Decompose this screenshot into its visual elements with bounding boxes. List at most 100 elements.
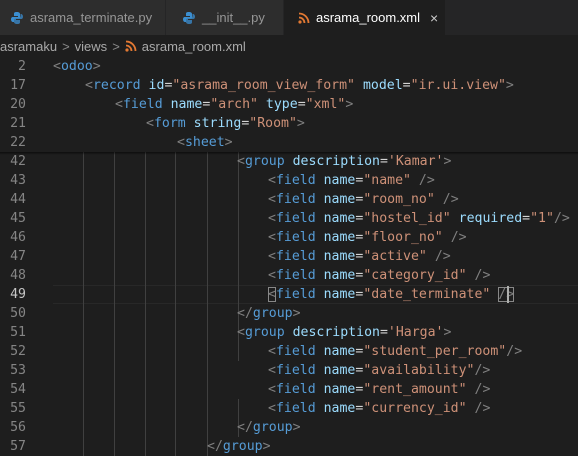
code-line[interactable]: 48 <field name="category_id" /> [0,266,578,285]
tag-name: group [244,325,285,340]
code-text: <field name="rent_amount" /> [268,380,490,399]
tag-bracket: /> [553,211,570,226]
attribute-name: name [323,173,356,188]
tag-name: field [275,363,316,378]
tab-asrama-room-xml[interactable]: asrama_room.xml × [284,0,446,35]
attribute-name: name [323,382,356,397]
code-line[interactable]: 57 </group> [0,437,578,456]
code-line[interactable]: 44 <field name="room_no" /> [0,190,578,209]
code-editor[interactable]: 2 <odoo> 17 <record id="asrama_room_view_fo… [0,57,578,456]
line-number: 51 [10,325,26,340]
attribute-value: "active" [363,249,427,264]
code-line[interactable]: 52 <field name="student_per_room"/> [0,342,578,361]
tag-bracket: < [177,135,185,150]
attribute-name: name [323,249,356,264]
code-line[interactable]: 50 </group> [0,304,578,323]
tag-bracket: > [92,59,101,74]
tag-bracket: < [268,344,276,359]
tag-bracket: /> [418,173,435,188]
attribute-name: required [458,211,523,226]
tag-bracket: > [224,135,233,150]
code-line[interactable]: 47 <field name="active" /> [0,247,578,266]
tag-name: record [92,78,141,93]
breadcrumb-item-asramaku[interactable]: asramaku [0,39,57,54]
code-line[interactable]: 45 <field name="hostel_id" required="1"/> [0,209,578,228]
line-number: 48 [10,268,26,283]
code-line[interactable]: 20 <field name="arch" type="xml"> [0,95,578,114]
tag-name: group [252,306,293,321]
code-line[interactable]: 43 <field name="name" /> [0,171,578,190]
tag-bracket: /> [442,192,459,207]
breadcrumb-item-file[interactable]: asrama_room.xml [142,39,246,54]
tag-name: form [153,116,186,131]
breadcrumb-item-views[interactable]: views [75,39,108,54]
tab-label: asrama_terminate.py [30,10,153,25]
attribute-value: "ir.ui.view" [410,78,506,93]
code-line[interactable]: 54 <field name="rent_amount" /> [0,380,578,399]
attribute-name: type [265,97,298,112]
tag-bracket: /> [434,249,451,264]
tag-name: group [244,154,285,169]
code-text: <field name="room_no" /> [268,190,459,209]
tag-bracket: /> [474,401,491,416]
line-number: 45 [10,211,26,226]
tag-bracket: < [146,116,154,131]
tag-name: field [275,382,316,397]
code-line[interactable]: 42 <group description='Kamar'> [0,152,578,171]
tag-bracket: < [268,401,276,416]
attribute-value: "category_id" [363,268,467,283]
attribute-value: "rent_amount" [363,382,467,397]
tab-label: asrama_room.xml [316,10,421,25]
code-line[interactable]: 2 <odoo> [0,57,578,76]
code-line[interactable]: 17 <record id = "asrama_room_view_form" mod… [0,76,578,95]
attribute-name: model [362,78,403,93]
close-icon[interactable]: × [430,10,438,26]
code-line[interactable]: 53 <field name="availability"/> [0,361,578,380]
attribute-name: name [323,287,356,302]
tag-bracket: < [268,363,276,378]
tag-bracket: /> [474,268,491,283]
code-text: <field name="hostel_id" required="1"/> [268,209,570,228]
code-line[interactable]: 46 <field name="floor_no" /> [0,228,578,247]
tag-bracket: > [292,306,301,321]
equals-sign: = [522,211,531,226]
code-line[interactable]: 56 </group> [0,418,578,437]
line-number: 44 [10,192,26,207]
tab-init[interactable]: __init__.py [166,0,284,35]
code-line[interactable]: 22 <sheet> [0,133,578,152]
code-text: <field name="active" /> [268,247,451,266]
code-line[interactable]: 49 <field name="date_terminate" /> [0,285,578,304]
line-number: 49 [10,287,26,302]
line-number: 46 [10,230,26,245]
attribute-value: "availability" [363,363,475,378]
rss-icon [298,12,310,24]
tab-asrama-terminate[interactable]: asrama_terminate.py [0,0,166,35]
attribute-value: "floor_no" [363,230,443,245]
code-line[interactable]: 21 <form string="Room"> [0,114,578,133]
code-line[interactable]: 55 <field name="currency_id" /> [0,399,578,418]
code-text: <field name="name" /> [268,171,435,190]
line-number: 17 [10,78,26,93]
tag-bracket: > [262,439,271,454]
code-line[interactable]: 51 <group description='Harga'> [0,323,578,342]
tag-name: field [275,401,316,416]
attribute-value: "asrama_room_view_form" [172,78,356,93]
tag-bracket: < [268,192,276,207]
tag-bracket: > [443,325,452,340]
attribute-name: name [323,230,356,245]
tag-bracket: < [268,173,276,188]
breadcrumb-separator: > [112,38,120,54]
attribute-value: 'Kamar' [387,154,444,169]
line-number: 57 [10,439,26,454]
tag-name: odoo [60,59,93,74]
